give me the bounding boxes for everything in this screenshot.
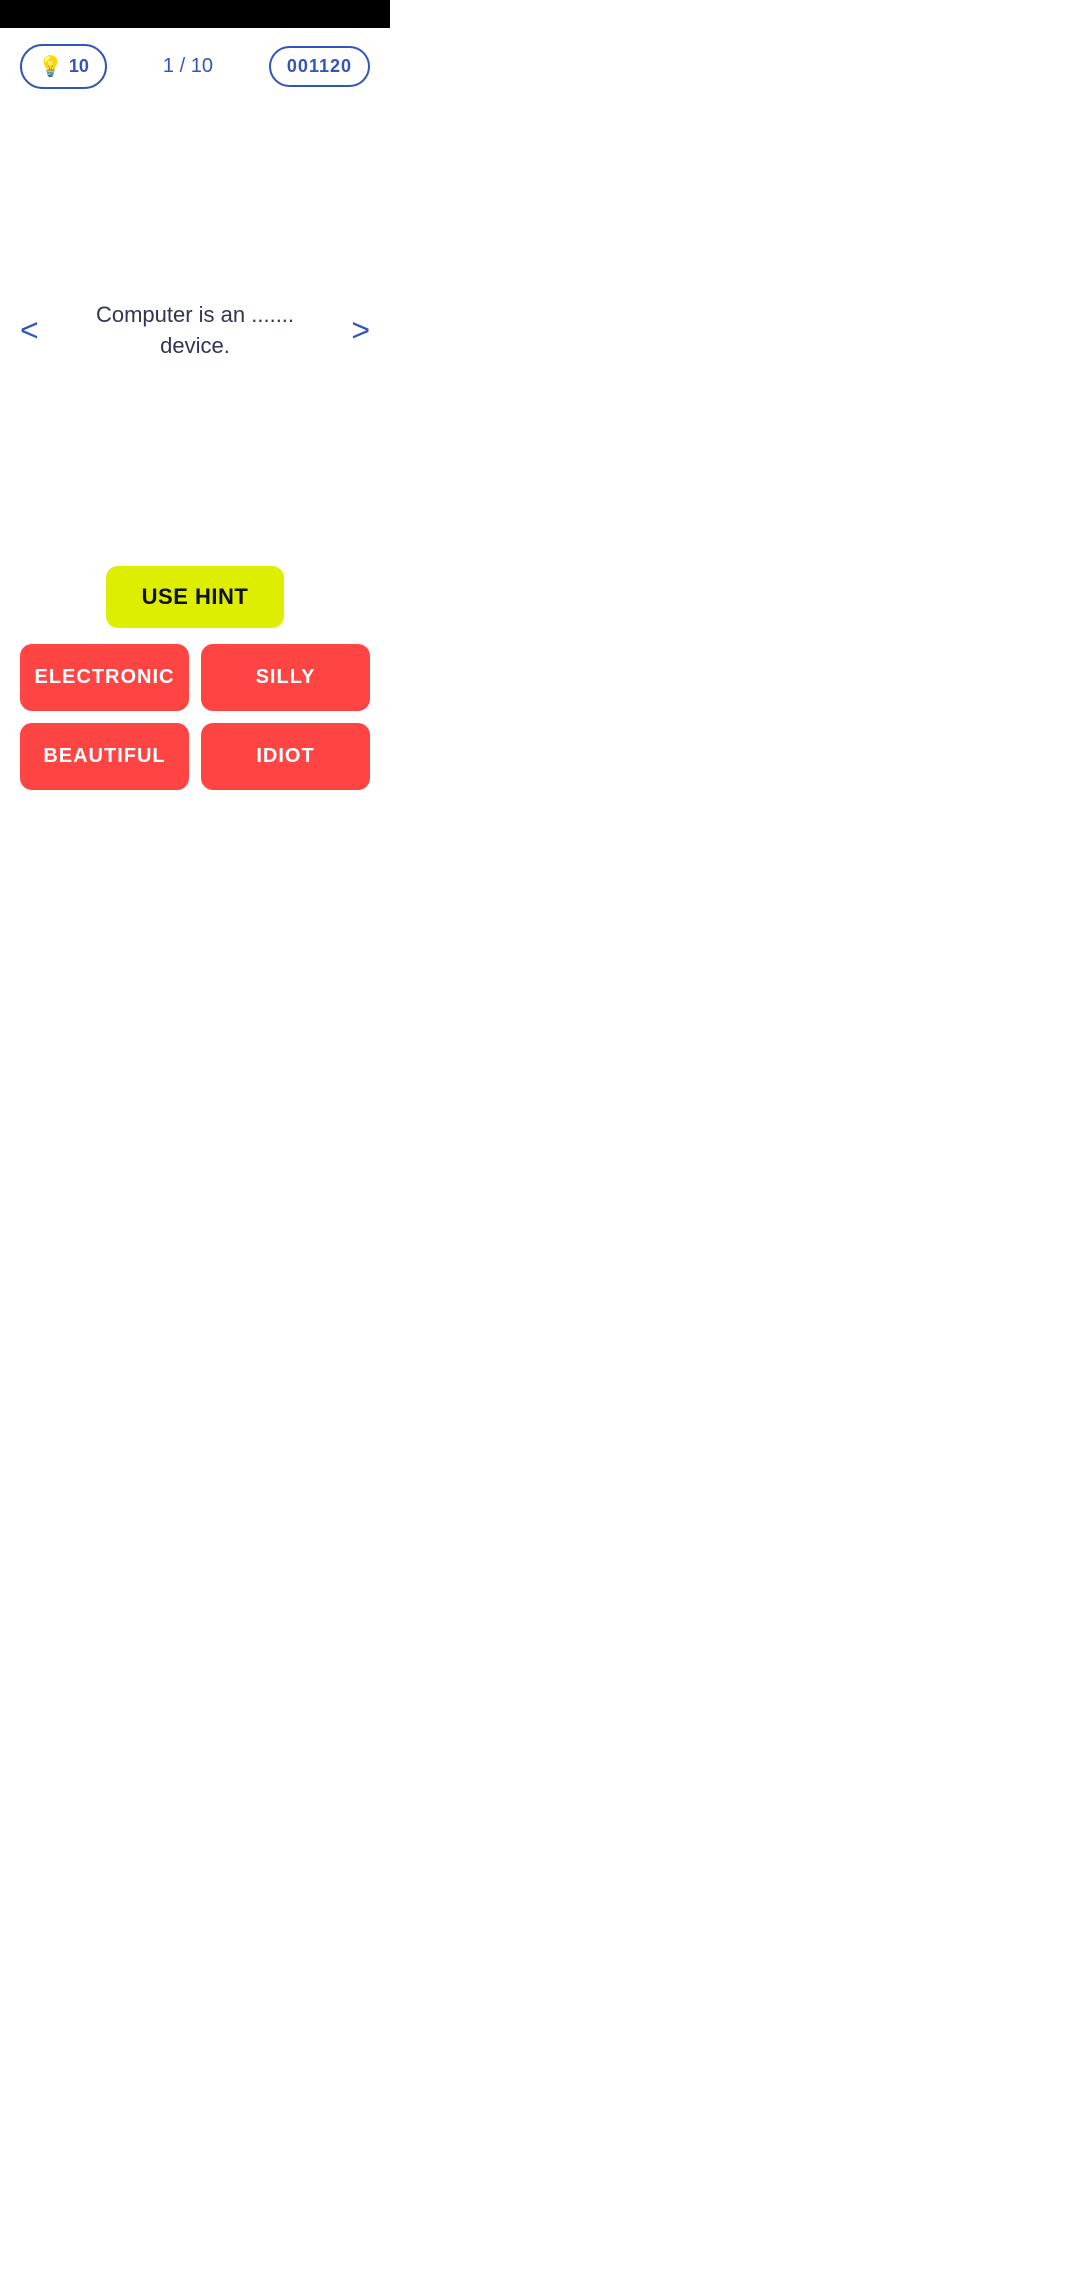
header: 💡 10 1 / 10 001120 [0,28,390,105]
hint-count-value: 10 [69,56,89,77]
use-hint-button[interactable]: USE HINT [106,566,285,628]
answer-button-beautiful[interactable]: BEAUTIFUL [20,723,189,790]
question-text: Computer is an ....... device. [59,300,332,362]
hint-counter[interactable]: 💡 10 [20,44,107,89]
lightbulb-icon: 💡 [38,54,63,79]
answer-button-electronic[interactable]: ELECTRONIC [20,644,189,711]
progress-indicator: 1 / 10 [163,55,213,78]
actions-area: USE HINT ELECTRONIC SILLY BEAUTIFUL IDIO… [0,556,390,820]
answer-button-silly[interactable]: SILLY [201,644,370,711]
score-badge: 001120 [269,46,370,87]
answer-button-idiot[interactable]: IDIOT [201,723,370,790]
question-area: < Computer is an ....... device. > [0,105,390,556]
next-arrow[interactable]: > [341,302,380,359]
question-container: < Computer is an ....... device. > [10,300,380,362]
status-bar [0,0,390,28]
answer-grid: ELECTRONIC SILLY BEAUTIFUL IDIOT [20,644,370,790]
prev-arrow[interactable]: < [10,302,49,359]
